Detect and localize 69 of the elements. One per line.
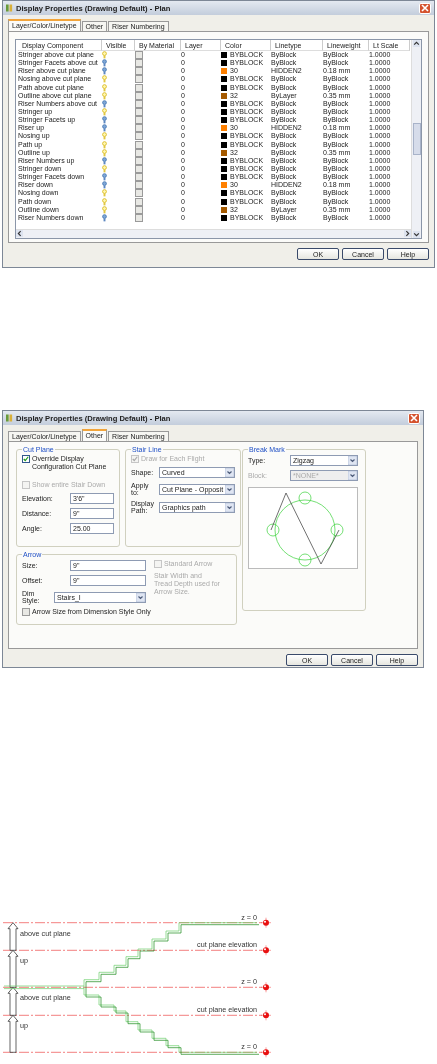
close-button[interactable] <box>408 412 420 424</box>
lightbulb-icon[interactable] <box>102 108 107 117</box>
target-icon <box>260 1010 272 1021</box>
lightbulb-icon[interactable] <box>102 189 107 198</box>
app-icon <box>6 414 13 422</box>
app-icon <box>6 4 13 12</box>
lightbulb-icon[interactable] <box>102 213 107 222</box>
lightbulb-icon[interactable] <box>102 205 107 214</box>
scroll-down-icon[interactable] <box>413 231 420 238</box>
checkbox[interactable] <box>135 197 143 206</box>
lightbulb-icon[interactable] <box>102 165 107 174</box>
scroll-thumb[interactable] <box>412 123 421 155</box>
lightbulb-icon[interactable] <box>102 140 107 149</box>
scroll-right-icon[interactable] <box>404 230 411 237</box>
hollow-arrow <box>7 986 19 1016</box>
vertical-scrollbar[interactable] <box>411 40 421 238</box>
scroll-up-icon[interactable] <box>413 40 420 47</box>
target-icon <box>260 1047 272 1058</box>
checkbox[interactable] <box>135 132 143 141</box>
dropdown-arrow-icon[interactable] <box>225 502 234 512</box>
target-icon <box>260 917 272 928</box>
lightbulb-icon[interactable] <box>102 99 107 108</box>
dropdown-arrow-icon[interactable] <box>136 592 145 602</box>
lightbulb-icon[interactable] <box>102 148 107 157</box>
lightbulb-icon[interactable] <box>102 124 107 133</box>
checkbox[interactable] <box>135 116 143 125</box>
dropdown-arrow-icon[interactable] <box>225 468 234 477</box>
hollow-arrow <box>7 922 19 951</box>
checkbox[interactable] <box>135 83 143 92</box>
checkbox[interactable] <box>135 59 143 68</box>
scroll-left-icon[interactable] <box>16 230 23 237</box>
checkbox[interactable] <box>135 67 143 76</box>
checkbox[interactable] <box>135 51 143 60</box>
target-icon <box>260 945 272 956</box>
checkbox[interactable] <box>22 608 30 616</box>
checkbox[interactable] <box>135 124 143 133</box>
lightbulb-icon[interactable] <box>102 181 107 190</box>
checkbox[interactable] <box>135 173 143 182</box>
checkbox[interactable] <box>135 99 143 108</box>
checkbox[interactable] <box>135 156 143 165</box>
lightbulb-icon[interactable] <box>102 156 107 165</box>
lightbulb-icon[interactable] <box>102 197 107 206</box>
lightbulb-icon[interactable] <box>102 91 107 100</box>
close-button[interactable] <box>419 2 431 14</box>
checkbox[interactable] <box>135 165 143 174</box>
target-icon <box>260 982 272 993</box>
lightbulb-icon[interactable] <box>102 132 107 141</box>
lightbulb-icon[interactable] <box>102 83 107 92</box>
hollow-arrow <box>7 949 19 988</box>
checkbox[interactable] <box>135 75 143 84</box>
hollow-arrow <box>7 1014 19 1053</box>
lightbulb-icon[interactable] <box>102 59 107 68</box>
horizontal-scrollbar[interactable] <box>16 229 411 238</box>
lightbulb-icon[interactable] <box>102 67 107 76</box>
checkbox[interactable] <box>22 455 30 463</box>
lightbulb-icon[interactable] <box>102 75 107 84</box>
checkbox[interactable] <box>135 189 143 198</box>
checkbox[interactable] <box>135 108 143 117</box>
lightbulb-icon[interactable] <box>102 51 107 60</box>
checkbox[interactable] <box>135 140 143 149</box>
lightbulb-icon[interactable] <box>102 173 107 182</box>
checkbox[interactable] <box>135 213 143 222</box>
checkbox[interactable] <box>135 148 143 157</box>
checkbox[interactable] <box>135 181 143 190</box>
dropdown-arrow-icon[interactable] <box>225 484 234 494</box>
dropdown-arrow-icon[interactable] <box>348 456 357 465</box>
checkbox[interactable] <box>135 205 143 214</box>
checkbox[interactable] <box>135 91 143 100</box>
lightbulb-icon[interactable] <box>102 116 107 125</box>
